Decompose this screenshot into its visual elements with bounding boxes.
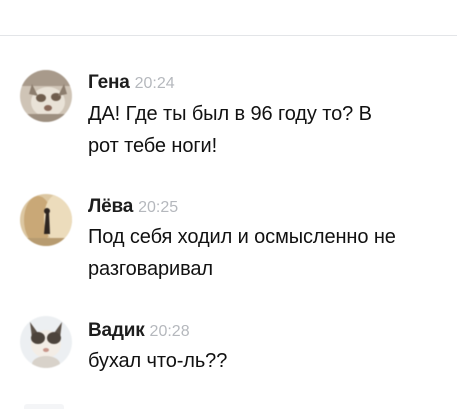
message-time: 20:24 xyxy=(134,75,175,92)
avatar[interactable] xyxy=(20,194,72,246)
message-time: 20:25 xyxy=(138,199,179,216)
message-time: 20:28 xyxy=(149,323,190,340)
message-line: Под себя ходил и осмысленно не xyxy=(88,226,396,248)
next-avatar-edge xyxy=(24,404,64,409)
author-name[interactable]: Вадик xyxy=(88,320,145,341)
message-text: ДА! Где ты был в 96 году то? В рот тебе … xyxy=(88,98,443,162)
avatar[interactable] xyxy=(20,316,72,368)
message-text: бухал что-ль?? xyxy=(88,345,443,377)
person-avatar-icon xyxy=(20,194,72,246)
message-line: ДА! Где ты был в 96 году то? В xyxy=(88,103,372,125)
divider xyxy=(0,35,457,36)
author-name[interactable]: Гена xyxy=(88,72,130,93)
message-line: разговаривал xyxy=(88,258,213,280)
cat-avatar-icon xyxy=(20,316,72,368)
message-line: бухал что-ль?? xyxy=(88,350,228,372)
author-name[interactable]: Лёва xyxy=(88,196,133,217)
chat-history: Гена 20:24 ДА! Где ты был в 96 году то? В… xyxy=(0,0,457,409)
message-line: рот тебе ноги! xyxy=(88,135,218,157)
avatar[interactable] xyxy=(20,70,72,122)
message-text: Под себя ходил и осмысленно не разговари… xyxy=(88,221,443,285)
cat-avatar-icon xyxy=(20,70,72,122)
